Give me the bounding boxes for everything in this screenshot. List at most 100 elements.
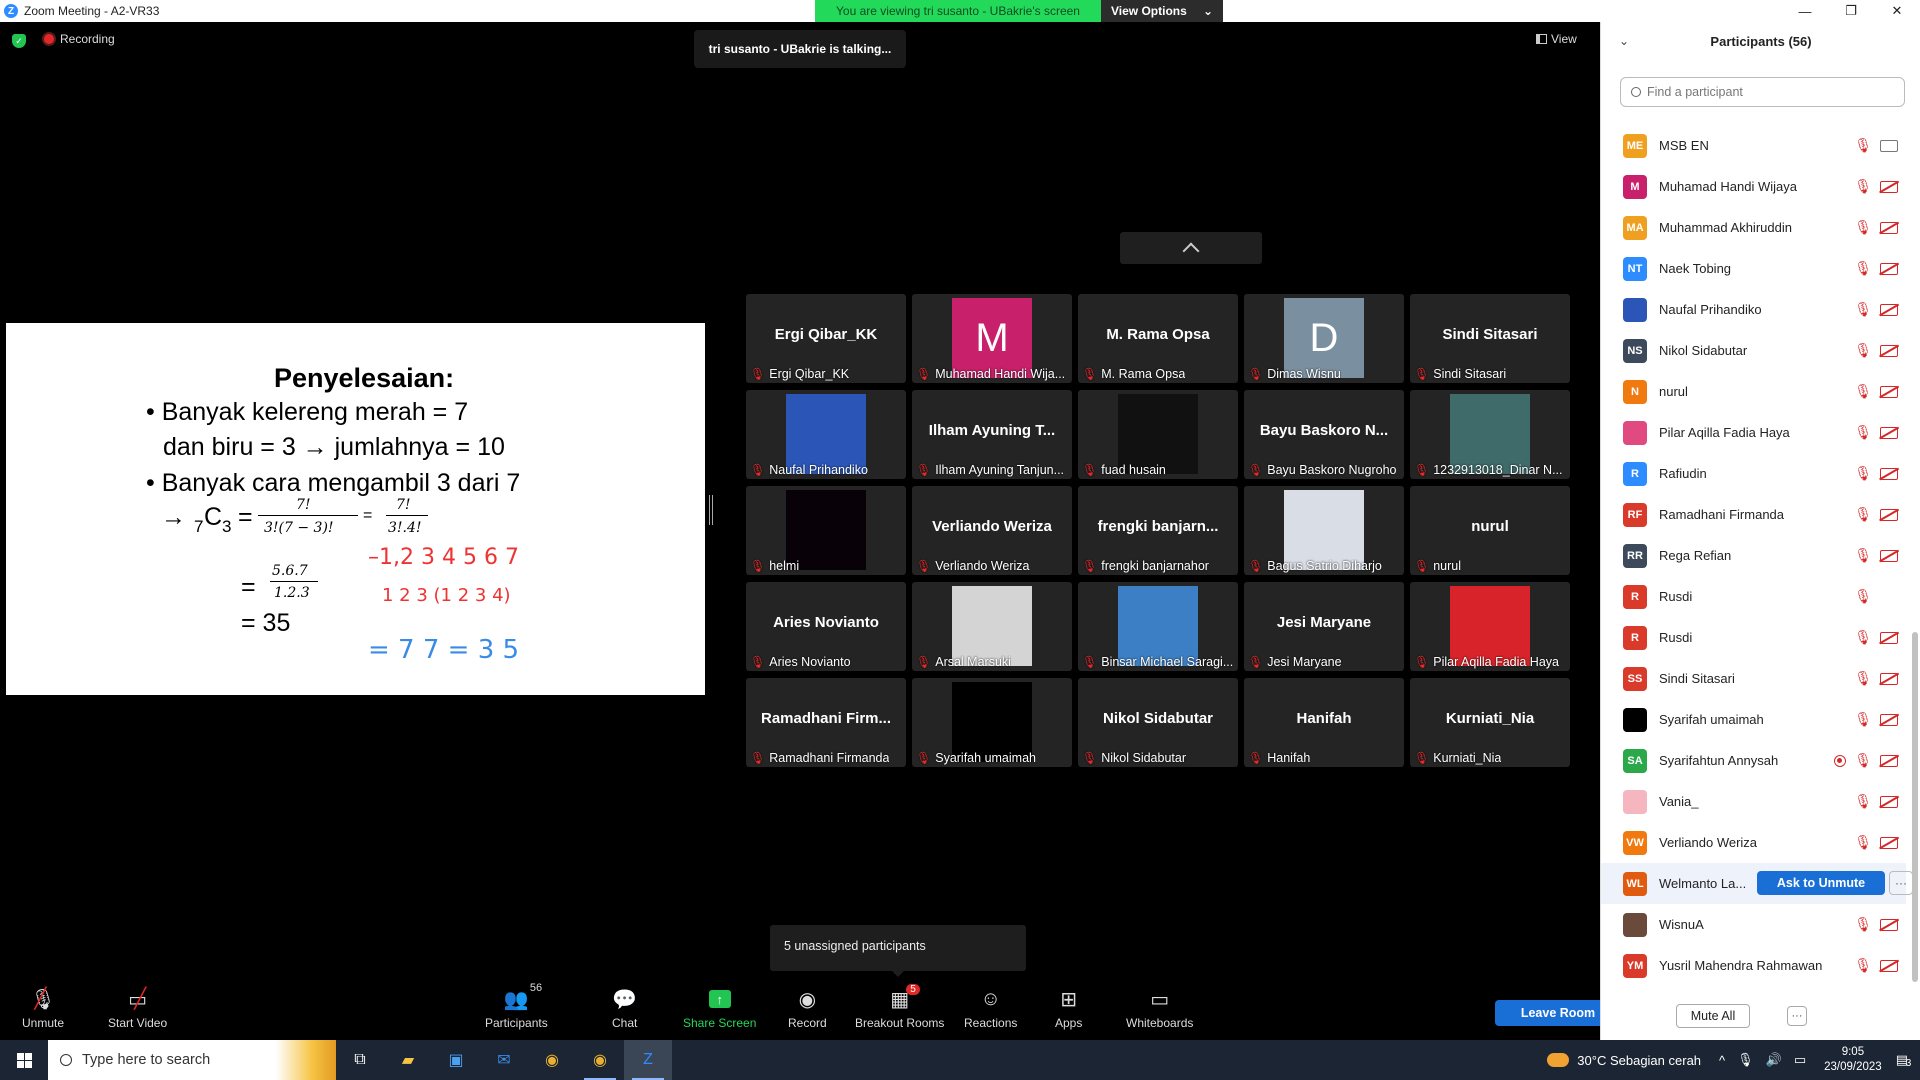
participant-row[interactable]: SS Sindi Sitasari 🎙 <box>1601 658 1906 699</box>
chat-button[interactable]: 💬 Chat <box>612 986 637 1031</box>
video-tile[interactable]: 🎙 Naufal Prihandiko <box>746 390 906 479</box>
taskbar-clock[interactable]: 9:05 23/09/2023 <box>1824 1045 1882 1075</box>
participant-row[interactable]: R Rafiudin 🎙 <box>1601 453 1906 494</box>
unassigned-participants-tooltip[interactable]: 5 unassigned participants <box>770 925 1026 977</box>
video-tile[interactable]: Aries Novianto 🎙 Aries Novianto <box>746 582 906 671</box>
video-tile[interactable]: 🎙 helmi <box>746 486 906 575</box>
notifications-icon[interactable]: ▤ 3 <box>1896 1052 1912 1069</box>
task-view-icon[interactable]: ⧉ <box>336 1040 384 1080</box>
maximize-icon[interactable]: ❐ <box>1828 0 1874 22</box>
participants-button[interactable]: 👥 56 Participants <box>485 982 548 1030</box>
participant-name: Sindi Sitasari <box>1659 671 1735 686</box>
participant-row[interactable]: WL Welmanto La... Ask to Unmute ··· <box>1601 863 1913 904</box>
share-screen-button[interactable]: ↑ Share Screen <box>683 986 756 1030</box>
slide-arrow: → <box>161 503 186 531</box>
file-explorer-icon[interactable]: ▰ <box>384 1040 432 1080</box>
participant-more-button[interactable]: ··· <box>1889 871 1913 895</box>
video-tile[interactable]: Verliando Weriza 🎙 Verliando Weriza <box>912 486 1072 575</box>
recording-indicator[interactable]: Recording <box>44 32 115 46</box>
participant-row[interactable]: Pilar Aqilla Fadia Haya 🎙 <box>1601 412 1906 453</box>
record-button[interactable]: ◉ Record <box>788 986 827 1031</box>
participant-row[interactable]: SA Syarifahtun Annysah 🎙 <box>1601 740 1906 781</box>
mute-all-button[interactable]: Mute All <box>1676 1004 1750 1028</box>
chrome-profile-icon[interactable]: ◉ <box>576 1040 624 1080</box>
video-tile[interactable]: M. Rama Opsa 🎙 M. Rama Opsa <box>1078 294 1238 383</box>
whiteboards-caret[interactable]: ^ <box>1192 994 1200 1012</box>
start-button[interactable] <box>0 1040 48 1080</box>
panel-more-button[interactable]: ··· <box>1787 1006 1807 1026</box>
search-icon <box>60 1054 72 1066</box>
apps-caret[interactable]: ^ <box>1094 994 1102 1012</box>
participant-row[interactable]: VW Verliando Weriza 🎙 <box>1601 822 1906 863</box>
resize-divider[interactable] <box>709 495 713 525</box>
video-tile[interactable]: 🎙 Arsal Marsuki <box>912 582 1072 671</box>
tray-chevron-icon[interactable]: ^ <box>1719 1053 1725 1068</box>
share-options-caret[interactable]: ^ <box>752 994 760 1012</box>
participant-row[interactable]: WisnuA 🎙 <box>1601 904 1906 945</box>
view-options-button[interactable]: View Options ⌄ <box>1101 0 1223 22</box>
participant-row[interactable]: R Rusdi 🎙 <box>1601 576 1906 617</box>
participant-row[interactable]: R Rusdi 🎙 <box>1601 617 1906 658</box>
participant-row[interactable]: RF Ramadhani Firmanda 🎙 <box>1601 494 1906 535</box>
participant-row[interactable]: RR Rega Refian 🎙 <box>1601 535 1906 576</box>
close-icon[interactable]: ✕ <box>1874 0 1920 22</box>
video-tile[interactable]: 🎙 fuad husain <box>1078 390 1238 479</box>
participant-row[interactable]: Naufal Prihandiko 🎙 <box>1601 289 1906 330</box>
ask-to-unmute-button[interactable]: Ask to Unmute <box>1757 871 1885 895</box>
microsoft-store-icon[interactable]: ▣ <box>432 1040 480 1080</box>
view-button[interactable]: View <box>1536 32 1577 46</box>
panel-scrollbar[interactable] <box>1912 632 1918 982</box>
video-tile[interactable]: frengki banjarn... 🎙 frengki banjarnahor <box>1078 486 1238 575</box>
reactions-button[interactable]: ☺ Reactions <box>964 986 1017 1031</box>
tray-mic-icon[interactable]: 🎙 <box>1737 1052 1754 1068</box>
participant-row[interactable]: NS Nikol Sidabutar 🎙 <box>1601 330 1906 371</box>
video-options-caret[interactable]: ^ <box>172 994 180 1012</box>
participant-row[interactable]: MA Muhammad Akhiruddin 🎙 <box>1601 207 1906 248</box>
encryption-shield-icon[interactable]: ✓ <box>12 34 26 48</box>
zoom-taskbar-icon[interactable]: Z <box>624 1040 672 1080</box>
video-tile[interactable]: 🎙 Binsar Michael Saragi... <box>1078 582 1238 671</box>
video-tile[interactable]: Kurniati_Nia 🎙 Kurniati_Nia <box>1410 678 1570 767</box>
video-tile[interactable]: Nikol Sidabutar 🎙 Nikol Sidabutar <box>1078 678 1238 767</box>
video-tile[interactable]: 🎙 Bagus Satrio Diharjo <box>1244 486 1404 575</box>
video-tile[interactable]: Sindi Sitasari 🎙 Sindi Sitasari <box>1410 294 1570 383</box>
chat-options-caret[interactable]: ^ <box>654 994 662 1012</box>
unmute-button[interactable]: 🎙 ╱ Unmute <box>22 986 64 1030</box>
weather-widget[interactable]: 30°C Sebagian cerah <box>1547 1053 1701 1068</box>
mic-muted-icon: 🎙 <box>1082 463 1098 477</box>
mic-muted-icon: 🎙 <box>1854 424 1872 440</box>
video-tile[interactable]: D 🎙 Dimas Wisnu <box>1244 294 1404 383</box>
participant-row[interactable]: Syarifah umaimah 🎙 <box>1601 699 1906 740</box>
video-tile[interactable]: nurul 🎙 nurul <box>1410 486 1570 575</box>
participant-row[interactable]: ME MSB EN 🎙 <box>1601 125 1906 166</box>
video-tile[interactable]: 🎙 Syarifah umaimah <box>912 678 1072 767</box>
start-video-button[interactable]: ▭ ╱ Start Video <box>108 986 167 1030</box>
mail-icon[interactable]: ✉ <box>480 1040 528 1080</box>
video-tile[interactable]: Hanifah 🎙 Hanifah <box>1244 678 1404 767</box>
network-icon[interactable]: ▭ <box>1794 1052 1806 1068</box>
video-tile[interactable]: 🎙 1232913018_Dinar N... <box>1410 390 1570 479</box>
participant-row[interactable]: Vania_ 🎙 <box>1601 781 1906 822</box>
whiteboards-button[interactable]: ▭ Whiteboards <box>1126 986 1193 1031</box>
minimize-icon[interactable]: — <box>1782 0 1828 22</box>
reactions-caret[interactable]: ^ <box>1014 994 1022 1012</box>
volume-icon[interactable]: 🔊 <box>1766 1052 1782 1068</box>
participant-row[interactable]: Nnurul 🎙 <box>1601 371 1906 412</box>
video-tile[interactable]: Ergi Qibar_KK 🎙 Ergi Qibar_KK <box>746 294 906 383</box>
gallery-scroll-up-button[interactable] <box>1120 232 1262 264</box>
chrome-icon[interactable]: ◉ <box>528 1040 576 1080</box>
participant-search-input[interactable]: Find a participant <box>1620 77 1905 107</box>
video-tile[interactable]: Ramadhani Firm... 🎙 Ramadhani Firmanda <box>746 678 906 767</box>
video-tile[interactable]: 🎙 Pilar Aqilla Fadia Haya <box>1410 582 1570 671</box>
video-tile[interactable]: M 🎙 Muhamad Handi Wija... <box>912 294 1072 383</box>
participant-row[interactable]: M Muhamad Handi Wijaya 🎙 <box>1601 166 1906 207</box>
participant-row[interactable]: NT Naek Tobing 🎙 <box>1601 248 1906 289</box>
video-tile[interactable]: Ilham Ayuning T... 🎙 Ilham Ayuning Tanjun.… <box>912 390 1072 479</box>
breakout-rooms-button[interactable]: ▦ 5 Breakout Rooms <box>855 984 944 1030</box>
apps-button[interactable]: ⊞ Apps <box>1055 986 1082 1031</box>
participant-row[interactable]: YM Yusril Mahendra Rahmawan 🎙 <box>1601 945 1906 986</box>
video-tile[interactable]: Jesi Maryane 🎙 Jesi Maryane <box>1244 582 1404 671</box>
video-tile[interactable]: Bayu Baskoro N... 🎙 Bayu Baskoro Nugroho <box>1244 390 1404 479</box>
taskbar-search-box[interactable]: Type here to search <box>48 1040 336 1080</box>
audio-options-caret[interactable]: ^ <box>74 994 82 1012</box>
